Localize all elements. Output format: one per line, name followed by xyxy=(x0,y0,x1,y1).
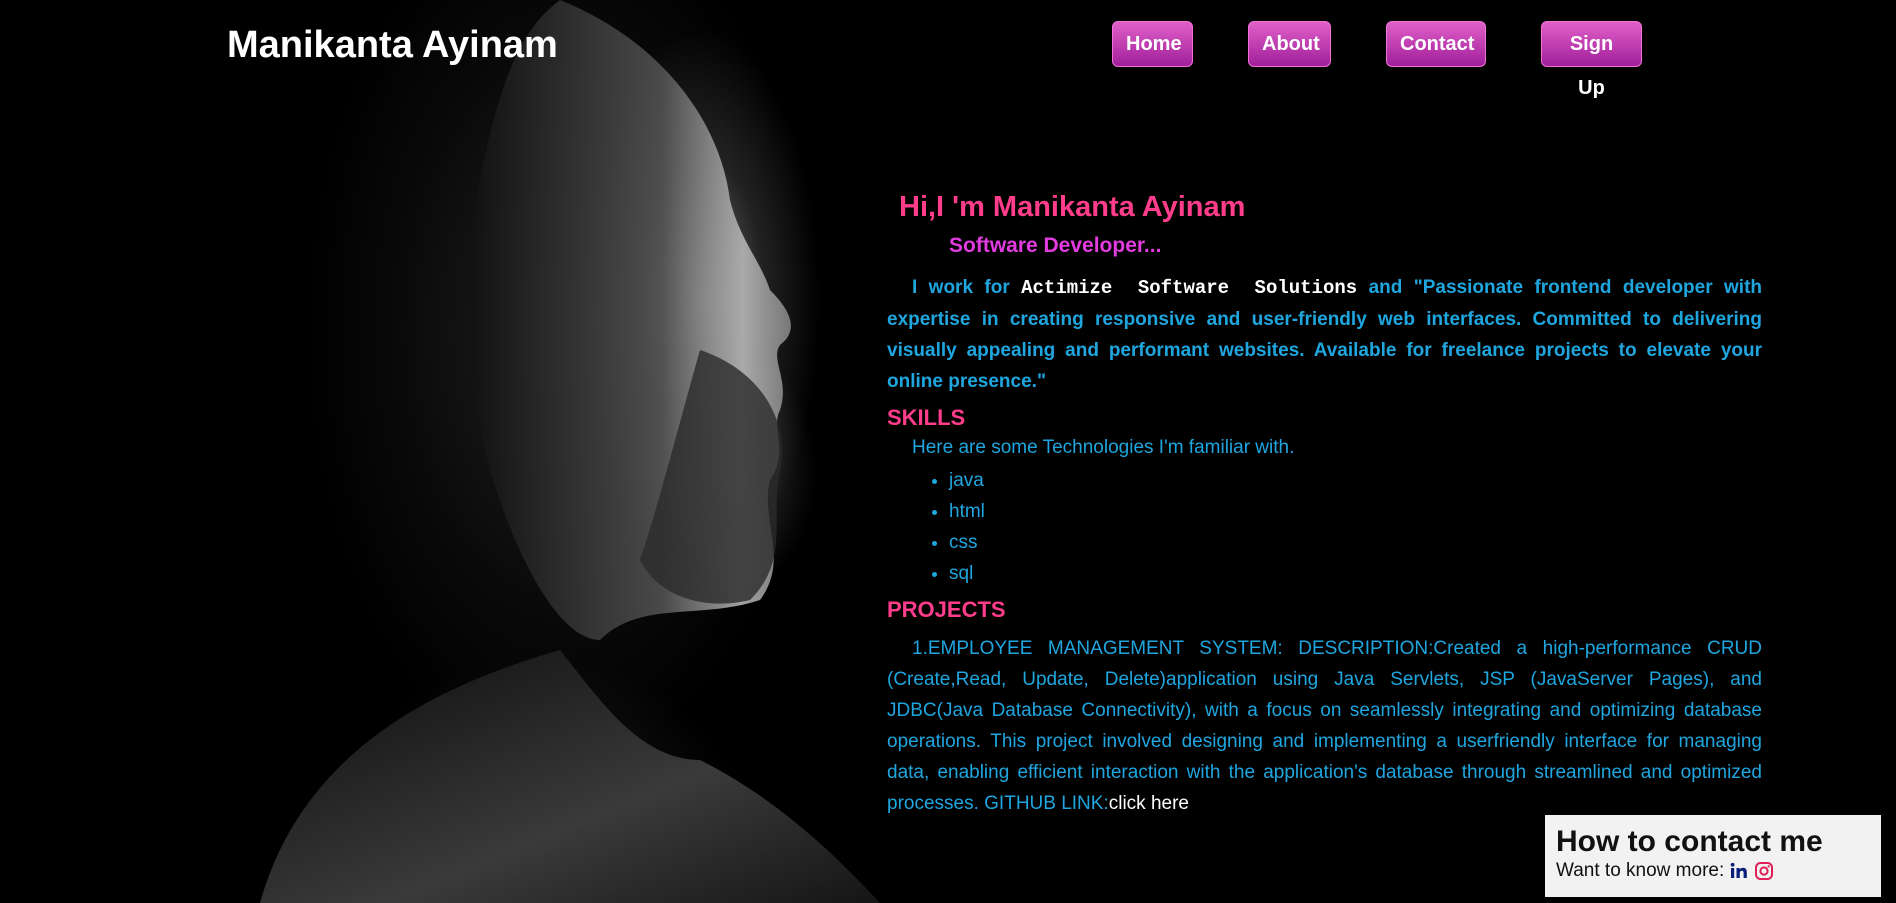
contact-prompt: Want to know more: xyxy=(1556,860,1725,881)
face-silhouette xyxy=(260,0,880,903)
site-brand: Manikanta Ayinam xyxy=(227,24,558,66)
instagram-icon[interactable] xyxy=(1754,861,1774,881)
nav-signup-button[interactable]: Sign Up xyxy=(1541,21,1642,99)
contact-title: How to contact me xyxy=(1556,825,1823,858)
projects-heading: PROJECTS xyxy=(887,597,1006,622)
nav-contact-button[interactable]: Contact xyxy=(1386,21,1486,67)
skill-item: sql xyxy=(949,558,1762,589)
contact-line: Want to know more: xyxy=(1556,859,1870,883)
project-description: 1.EMPLOYEE MANAGEMENT SYSTEM: DESCRIPTIO… xyxy=(887,638,1762,814)
page: Manikanta Ayinam Home About Contact Sign… xyxy=(0,0,1896,903)
skills-intro: Here are some Technologies I'm familiar … xyxy=(912,437,1295,458)
github-link[interactable]: click here xyxy=(1109,793,1189,814)
about-paragraph: I work for Actimize Software Solutions a… xyxy=(887,272,1762,397)
skills-list: java html css sql xyxy=(887,465,1762,589)
linkedin-icon[interactable] xyxy=(1729,861,1749,881)
skill-item: java xyxy=(949,465,1762,496)
skill-item: html xyxy=(949,496,1762,527)
main-content: Hi,I 'm Manikanta Ayinam Software Develo… xyxy=(887,187,1762,819)
skills-heading: SKILLS xyxy=(887,405,966,430)
project-item: 1.EMPLOYEE MANAGEMENT SYSTEM: DESCRIPTIO… xyxy=(887,633,1762,819)
contact-box: How to contact me Want to know more: xyxy=(1545,815,1881,897)
greeting-heading: Hi,I 'm Manikanta Ayinam xyxy=(899,191,1246,223)
nav-about-button[interactable]: About xyxy=(1248,21,1331,67)
role-subtitle: Software Developer... xyxy=(949,234,1162,257)
about-prefix: I work for xyxy=(912,277,1010,298)
skill-item: css xyxy=(949,527,1762,558)
company-name: Actimize Software Solutions xyxy=(1021,277,1358,299)
hero-portrait-image xyxy=(0,0,900,903)
nav-home-button[interactable]: Home xyxy=(1112,21,1193,67)
